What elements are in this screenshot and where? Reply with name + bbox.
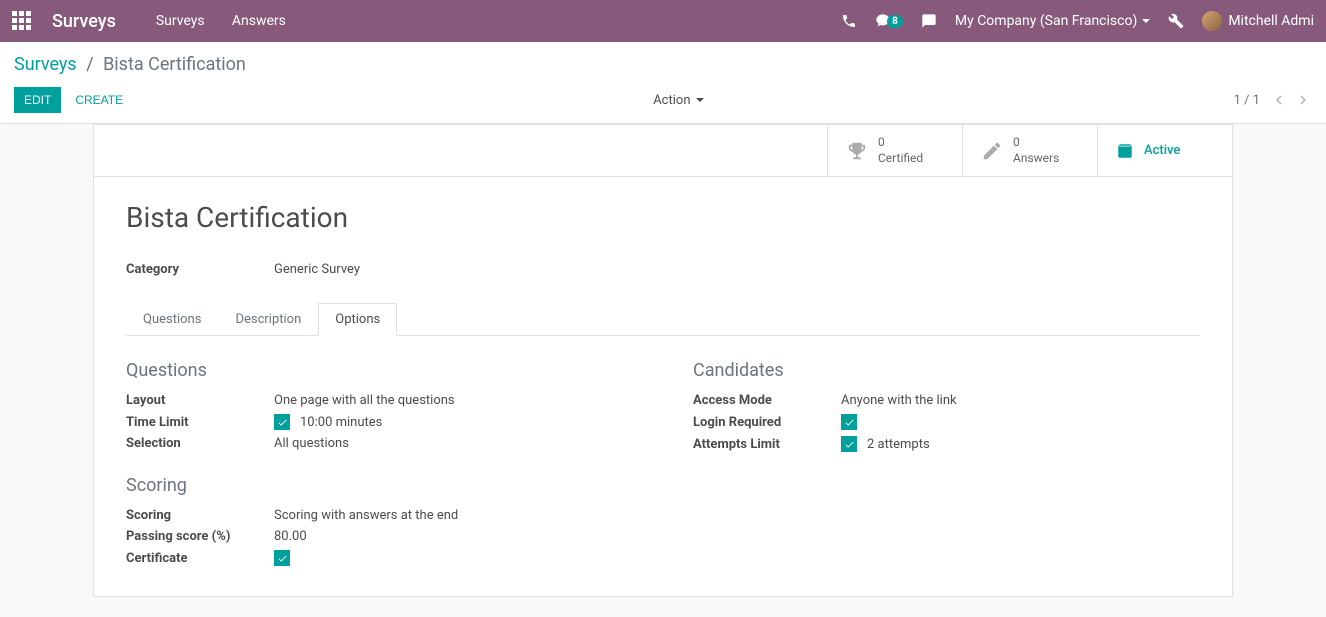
edit-button[interactable]: EDIT xyxy=(14,87,61,113)
debug-icon[interactable] xyxy=(1168,13,1184,29)
tab-questions[interactable]: Questions xyxy=(126,303,218,335)
messaging-icon[interactable]: 8 xyxy=(875,13,903,29)
company-name: My Company (San Francisco) xyxy=(955,13,1137,29)
stat-active[interactable]: Active xyxy=(1097,125,1232,176)
pager-next-icon[interactable] xyxy=(1294,91,1312,109)
user-name: Mitchell Admi xyxy=(1228,13,1314,29)
section-scoring: Scoring xyxy=(126,475,633,496)
selection-label: Selection xyxy=(126,436,274,451)
nav-surveys[interactable]: Surveys xyxy=(156,13,205,29)
stat-certified-label: Certified xyxy=(878,151,923,167)
stat-certified[interactable]: 0 Certified xyxy=(827,125,962,176)
tab-description[interactable]: Description xyxy=(218,303,318,335)
certificate-checkbox[interactable] xyxy=(274,550,290,566)
chat-icon[interactable] xyxy=(921,13,937,29)
trophy-icon xyxy=(846,140,868,162)
stat-button-row: 0 Certified 0 Answers Active xyxy=(94,125,1232,177)
breadcrumb-current: Bista Certification xyxy=(103,54,246,75)
passing-label: Passing score (%) xyxy=(126,529,274,544)
access-mode-label: Access Mode xyxy=(693,393,841,408)
edit-note-icon xyxy=(981,140,1003,162)
login-checkbox[interactable] xyxy=(841,414,857,430)
scoring-value: Scoring with answers at the end xyxy=(274,508,458,523)
chevron-down-icon xyxy=(696,98,704,102)
pager-prev-icon[interactable] xyxy=(1270,91,1288,109)
action-label: Action xyxy=(653,93,690,108)
layout-label: Layout xyxy=(126,393,274,408)
tab-options[interactable]: Options xyxy=(318,303,397,336)
timelimit-value: 10:00 minutes xyxy=(300,415,382,430)
control-panel: Surveys / Bista Certification EDIT CREAT… xyxy=(0,42,1326,124)
apps-grid-icon[interactable] xyxy=(12,11,32,31)
form-sheet: 0 Certified 0 Answers Active Bista Certi… xyxy=(93,124,1233,597)
section-questions: Questions xyxy=(126,360,633,381)
create-button[interactable]: CREATE xyxy=(75,93,123,107)
avatar xyxy=(1202,11,1222,31)
company-switcher[interactable]: My Company (San Francisco) xyxy=(955,13,1150,29)
app-brand: Surveys xyxy=(52,11,116,32)
scoring-label: Scoring xyxy=(126,508,274,523)
stat-answers-count: 0 xyxy=(1013,135,1059,151)
record-title: Bista Certification xyxy=(126,201,1200,234)
layout-value: One page with all the questions xyxy=(274,393,455,408)
selection-value: All questions xyxy=(274,436,349,451)
nav-links: Surveys Answers xyxy=(156,13,310,29)
breadcrumb-separator: / xyxy=(86,54,93,75)
options-panel: Questions Layout One page with all the q… xyxy=(126,360,1200,572)
stat-answers-label: Answers xyxy=(1013,151,1059,167)
category-value: Generic Survey xyxy=(274,262,360,277)
timelimit-checkbox[interactable] xyxy=(274,414,290,430)
action-dropdown[interactable]: Action xyxy=(653,93,703,108)
pager-position: 1 / 1 xyxy=(1234,93,1260,108)
passing-value: 80.00 xyxy=(274,529,307,544)
top-nav-bar: Surveys Surveys Answers 8 My Company (Sa… xyxy=(0,0,1326,42)
user-menu[interactable]: Mitchell Admi xyxy=(1202,11,1314,31)
tabs: Questions Description Options xyxy=(126,303,1200,336)
archive-icon xyxy=(1116,142,1134,160)
breadcrumb-parent[interactable]: Surveys xyxy=(14,54,77,75)
stat-answers[interactable]: 0 Answers xyxy=(962,125,1097,176)
chevron-down-icon xyxy=(1142,19,1150,23)
systray: 8 My Company (San Francisco) Mitchell Ad… xyxy=(841,11,1314,31)
attempts-value: 2 attempts xyxy=(867,437,930,452)
access-mode-value: Anyone with the link xyxy=(841,393,957,408)
section-candidates: Candidates xyxy=(693,360,1200,381)
stat-active-label: Active xyxy=(1144,143,1180,158)
attempts-checkbox[interactable] xyxy=(841,436,857,452)
attempts-label: Attempts Limit xyxy=(693,437,841,452)
stat-certified-count: 0 xyxy=(878,135,923,151)
breadcrumb: Surveys / Bista Certification xyxy=(14,54,1312,75)
pager: 1 / 1 xyxy=(1234,91,1312,109)
category-label: Category xyxy=(126,262,274,277)
phone-icon[interactable] xyxy=(841,13,857,29)
nav-answers[interactable]: Answers xyxy=(232,13,286,29)
timelimit-label: Time Limit xyxy=(126,415,274,430)
login-label: Login Required xyxy=(693,415,841,430)
messaging-badge: 8 xyxy=(887,15,903,28)
certificate-label: Certificate xyxy=(126,551,274,566)
